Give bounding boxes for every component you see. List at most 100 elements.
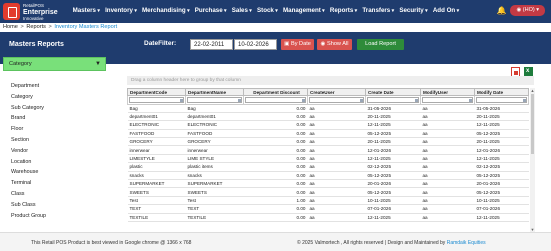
cell-department-name: SWEETS <box>185 187 244 197</box>
cell-department-code: TEXTILE <box>127 213 186 222</box>
table-row[interactable]: FASTFOOD FASTFOOD 0.00 aa 05-12-2025 aa 05-12-… <box>127 129 529 139</box>
breadcrumb-reports[interactable]: Reports <box>26 24 46 30</box>
table-row[interactable]: snacks snacks 0.00 aa 05-12-2025 aa 05-12-2025 <box>127 171 529 181</box>
breadcrumb-home[interactable]: Home <box>3 24 18 30</box>
bell-icon[interactable]: 🔔 <box>496 6 506 15</box>
table-row[interactable]: SWEETS SWEETS 0.00 aa 05-12-2025 aa 05-12-2025 <box>127 187 529 197</box>
menu-add-on[interactable]: Add On <box>430 7 461 14</box>
sidebar-item-product-group[interactable]: Product Group <box>11 211 46 222</box>
cell-create-user: aa <box>307 162 366 172</box>
column-header-modify-date[interactable]: Modify Date <box>474 88 529 96</box>
cell-modify-user: aa <box>420 120 475 130</box>
cell-create-user: aa <box>307 112 366 122</box>
menu-sales[interactable]: Sales <box>229 7 254 14</box>
cell-modify-user: aa <box>420 196 475 206</box>
filter-create-date[interactable] <box>367 97 419 103</box>
table-row[interactable]: GROCERY GROCERY 0.00 aa 20-11-2025 aa 20-11-20… <box>127 137 529 147</box>
sidebar-item-vendor[interactable]: Vendor <box>11 146 46 157</box>
table-row[interactable]: TEXTILE TEXTILE 0.00 aa 12-11-2025 aa 12-11-20… <box>127 213 529 222</box>
show-all-button[interactable]: ◉ Show All <box>317 39 352 50</box>
table-row[interactable]: ELECTRONIC ELECTRONIC 0.00 aa 12-11-2025 aa 12… <box>127 120 529 130</box>
column-header-create-user[interactable]: CreateUser <box>307 88 366 96</box>
cell-modify-user: aa <box>420 129 475 139</box>
to-date-input[interactable]: 10-02-2026 <box>234 39 277 50</box>
table-row[interactable]: plastic plastic items 0.00 aa 02-12-2025 aa 02… <box>127 162 529 172</box>
cell-department-discount: 0.00 <box>243 179 308 189</box>
cell-create-date: 02-12-2025 <box>365 162 421 172</box>
from-date-input[interactable]: 22-02-2011 <box>190 39 233 50</box>
sidebar-item-category[interactable]: Category <box>11 92 46 103</box>
cell-department-discount: 0.00 <box>243 162 308 172</box>
breadcrumb-separator: > <box>48 24 52 30</box>
sidebar-item-floor[interactable]: Floor <box>11 124 46 135</box>
filter-create-user[interactable] <box>309 97 364 103</box>
table-row[interactable]: Test Test 1.00 aa 10-11-2025 aa 10-11-2025 <box>127 196 529 206</box>
report-dimension-list: Department Category Sub Category Brand F… <box>11 81 46 221</box>
sidebar-item-sub-category[interactable]: Sub Category <box>11 103 46 114</box>
menu-reports[interactable]: Reports <box>327 7 359 14</box>
table-row[interactable]: department01 department01 0.00 aa 20-11-2025… <box>127 112 529 122</box>
cell-department-code: TEXT <box>127 204 186 214</box>
filter-department-discount[interactable] <box>245 97 306 103</box>
sidebar-item-brand[interactable]: Brand <box>11 113 46 124</box>
menu-security[interactable]: Security <box>397 7 431 14</box>
sidebar-item-department[interactable]: Department <box>11 81 46 92</box>
table-row[interactable]: TEXT TEXT 0.00 aa 07-01-2026 aa 07-01-2026 <box>127 204 529 214</box>
menu-masters[interactable]: Masters <box>70 7 102 14</box>
scrollbar-thumb[interactable] <box>531 94 534 154</box>
cell-modify-user: aa <box>420 213 475 222</box>
table-row[interactable]: innerwear innerwear 0.00 aa 12-01-2026 aa 12-0… <box>127 145 529 155</box>
footer-maintainer-link[interactable]: Ramdaik Equities <box>447 240 486 246</box>
sidebar-item-warehouse[interactable]: Warehouse <box>11 167 46 178</box>
cell-department-discount: 0.00 <box>243 213 308 222</box>
cell-create-date: 07-01-2026 <box>365 204 421 214</box>
grid-scrollbar[interactable]: ▲ ▼ <box>530 88 535 232</box>
report-type-dropdown[interactable]: Category ▼ <box>3 57 106 71</box>
sidebar-item-location[interactable]: Location <box>11 157 46 168</box>
menu-merchandising[interactable]: Merchandising <box>139 7 192 14</box>
sidebar-item-section[interactable]: Section <box>11 135 46 146</box>
app-logo[interactable]: RetailPOS Enterprise Innovative <box>3 2 65 21</box>
cell-modify-date: 05-12-2025 <box>474 129 529 139</box>
column-header-department-discount[interactable]: Department Discount <box>243 88 308 96</box>
cell-department-code: plastic <box>127 162 186 172</box>
user-menu-badge[interactable]: ◉ (HO) ▾ <box>510 5 545 16</box>
cell-department-code: department01 <box>127 112 186 122</box>
menu-stock[interactable]: Stock <box>254 7 280 14</box>
column-header-department-code[interactable]: DepartmentCode <box>127 88 186 96</box>
cell-create-date: 20-01-2026 <box>365 179 421 189</box>
filter-modify-date[interactable] <box>476 97 527 103</box>
footer-copyright: © 2025 Valmortech , All rights reserved … <box>297 240 486 246</box>
menu-inventory[interactable]: Inventory <box>102 7 139 14</box>
cell-create-user: aa <box>307 204 366 214</box>
filter-department-name[interactable] <box>187 97 242 103</box>
scroll-up-icon[interactable]: ▲ <box>530 88 535 93</box>
sidebar-item-sub-class[interactable]: Sub Class <box>11 200 46 211</box>
menu-transfers[interactable]: Transfers <box>360 7 397 14</box>
column-header-department-name[interactable]: DepartmentName <box>185 88 244 96</box>
grid-body: Bag Bag 0.00 aa 31-05-2026 aa 31-05-2026 depart… <box>127 104 529 222</box>
table-row[interactable]: LIMESTYLE LIME STYLE 0.00 aa 12-11-2025 aa 12-… <box>127 154 529 164</box>
cell-create-user: aa <box>307 179 366 189</box>
table-row[interactable]: Bag Bag 0.00 aa 31-05-2026 aa 31-05-2026 <box>127 104 529 113</box>
cell-department-discount: 0.00 <box>243 137 308 147</box>
column-header-create-date[interactable]: Create Date <box>365 88 421 96</box>
data-grid: DepartmentCode DepartmentName Department… <box>127 88 529 222</box>
cell-department-name: snacks <box>185 171 244 181</box>
load-report-button[interactable]: Load Report <box>357 39 404 50</box>
filter-modify-user[interactable] <box>422 97 473 103</box>
group-by-bar[interactable]: Drag a column header here to group by th… <box>127 76 534 85</box>
report-type-selected: Category <box>9 61 32 67</box>
column-header-modify-user[interactable]: ModifyUser <box>420 88 475 96</box>
cell-department-name: TEXTILE <box>185 213 244 222</box>
menu-purchase[interactable]: Purchase <box>192 7 229 14</box>
sidebar-item-class[interactable]: Class <box>11 189 46 200</box>
cell-department-discount: 0.00 <box>243 154 308 164</box>
by-date-button[interactable]: ▣ By Date <box>281 39 314 50</box>
menu-management[interactable]: Management <box>280 7 327 14</box>
sidebar-item-terminal[interactable]: Terminal <box>11 178 46 189</box>
filter-department-code[interactable] <box>129 97 184 103</box>
table-row[interactable]: SUPERMARKET SUPERMARKET 0.00 aa 20-01-2026 aa… <box>127 179 529 189</box>
cell-create-user: aa <box>307 129 366 139</box>
cell-department-discount: 0.00 <box>243 104 308 113</box>
